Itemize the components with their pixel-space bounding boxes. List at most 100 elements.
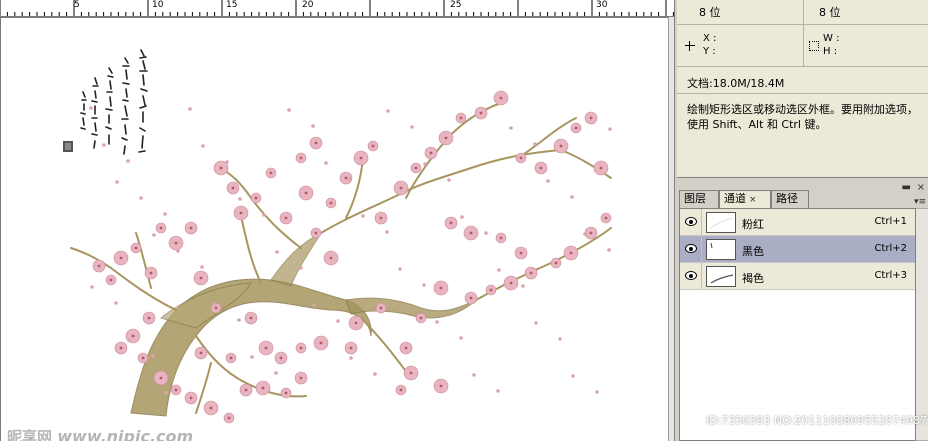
bud <box>287 108 291 112</box>
blossom-center <box>199 276 203 280</box>
blossom-center <box>214 306 218 310</box>
visibility-toggle[interactable] <box>680 236 702 262</box>
blossom-center <box>359 156 363 160</box>
channel-thumbnail <box>706 239 736 260</box>
bud <box>126 159 130 163</box>
x-label: X : <box>703 33 717 44</box>
blossom-center <box>141 356 145 360</box>
bud <box>373 372 377 376</box>
blossom-center <box>147 316 151 320</box>
tab-label: 路径 <box>776 192 798 205</box>
channel-shortcut: Ctrl+3 <box>874 270 907 281</box>
crosshair-icon <box>685 41 695 51</box>
blossom-center <box>227 416 231 420</box>
selection-size-icon <box>809 41 819 51</box>
blossom-center <box>229 356 233 360</box>
bud <box>200 265 204 269</box>
bud <box>534 321 538 325</box>
bud <box>385 230 389 234</box>
right-panel-dock: 8 位 8 位 X : Y : W : H : 文档:18.0M/18.4M 绘… <box>674 0 928 441</box>
bud <box>423 162 427 166</box>
blossom-center <box>299 156 303 160</box>
bud <box>558 337 562 341</box>
blossom-center <box>314 231 318 235</box>
info-panel: 8 位 8 位 X : Y : W : H : 文档:18.0M/18.4M 绘… <box>677 0 928 178</box>
tool-hint: 绘制矩形选区或移动选区外框。要用附加选项，使用 Shift、Alt 和 Ctrl… <box>687 103 918 131</box>
blossom-center <box>329 201 333 205</box>
calligraphy-text <box>80 49 148 155</box>
bud <box>275 250 279 254</box>
thumbnail-art <box>710 274 734 284</box>
tab-channels[interactable]: 通道 × <box>719 190 771 209</box>
bud <box>89 106 93 110</box>
bud <box>348 177 352 181</box>
blossom-center <box>149 271 153 275</box>
blossom-center <box>159 226 163 230</box>
bud <box>115 180 119 184</box>
tab-label: 通道 <box>724 192 746 205</box>
visibility-toggle[interactable] <box>680 263 702 289</box>
bud <box>570 195 574 199</box>
channel-shortcut: Ctrl+1 <box>874 216 907 227</box>
image-id-watermark: ID:7350393 NO:20111008095520749877 <box>706 414 928 427</box>
minimize-icon[interactable]: ▬ <box>902 182 911 193</box>
bud <box>386 109 390 113</box>
blossom-center <box>174 241 178 245</box>
tab-label: 图层 <box>684 192 706 205</box>
channel-row-black[interactable]: 黑色 Ctrl+2 <box>680 236 915 263</box>
blossom-center <box>349 346 353 350</box>
blossom-center <box>299 346 303 350</box>
visibility-toggle[interactable] <box>680 209 702 235</box>
blossom-center <box>371 144 375 148</box>
channel-row-pink[interactable]: 粉红 Ctrl+1 <box>680 209 915 236</box>
bud <box>509 126 513 130</box>
bud <box>546 179 550 183</box>
channel-list-scrollbar[interactable] <box>916 208 928 441</box>
blossom-center <box>284 391 288 395</box>
bud <box>262 213 266 217</box>
close-icon[interactable]: × <box>917 182 925 193</box>
site-watermark: 昵享网 www.nipic.com <box>7 426 193 441</box>
bud <box>151 354 155 358</box>
image-canvas[interactable]: 昵享网 www.nipic.com <box>0 17 668 441</box>
tab-paths[interactable]: 路径 <box>771 190 809 208</box>
bud <box>349 356 353 360</box>
blossom-center <box>209 406 213 410</box>
bud <box>312 303 316 307</box>
bud <box>459 336 463 340</box>
panel-menu-icon[interactable]: ▾≡ <box>914 197 926 207</box>
bud <box>336 319 340 323</box>
blossom-center <box>119 256 123 260</box>
bud <box>163 212 167 216</box>
blossom-center <box>314 141 318 145</box>
bud <box>484 231 488 235</box>
bud <box>398 267 402 271</box>
channel-row-brown[interactable]: 褐色 Ctrl+3 <box>680 263 915 290</box>
bud <box>521 284 525 288</box>
top-ruler[interactable]: 5 10 15 20 25 30 <box>0 0 674 17</box>
blossom-center <box>344 176 348 180</box>
blossom-center <box>574 126 578 130</box>
bud <box>496 389 500 393</box>
blossom-center <box>134 246 138 250</box>
blossom-center <box>554 261 558 265</box>
bud <box>447 178 451 182</box>
blossom-center <box>97 264 101 268</box>
bud <box>299 266 303 270</box>
blossom-center <box>109 278 113 282</box>
ruler-label: 10 <box>152 0 164 10</box>
bud <box>497 268 501 272</box>
blossom-center <box>499 236 503 240</box>
blossom-center <box>439 286 443 290</box>
blossom-center <box>279 356 283 360</box>
blossom-center <box>264 346 268 350</box>
tab-layers[interactable]: 图层 <box>679 190 719 208</box>
blossom-center <box>159 376 163 380</box>
blossom-center <box>131 334 135 338</box>
bud <box>90 285 94 289</box>
bud <box>410 125 414 129</box>
tab-close-icon[interactable]: × <box>749 195 757 205</box>
bud <box>533 142 537 146</box>
blossom-center <box>231 186 235 190</box>
bud <box>176 249 180 253</box>
